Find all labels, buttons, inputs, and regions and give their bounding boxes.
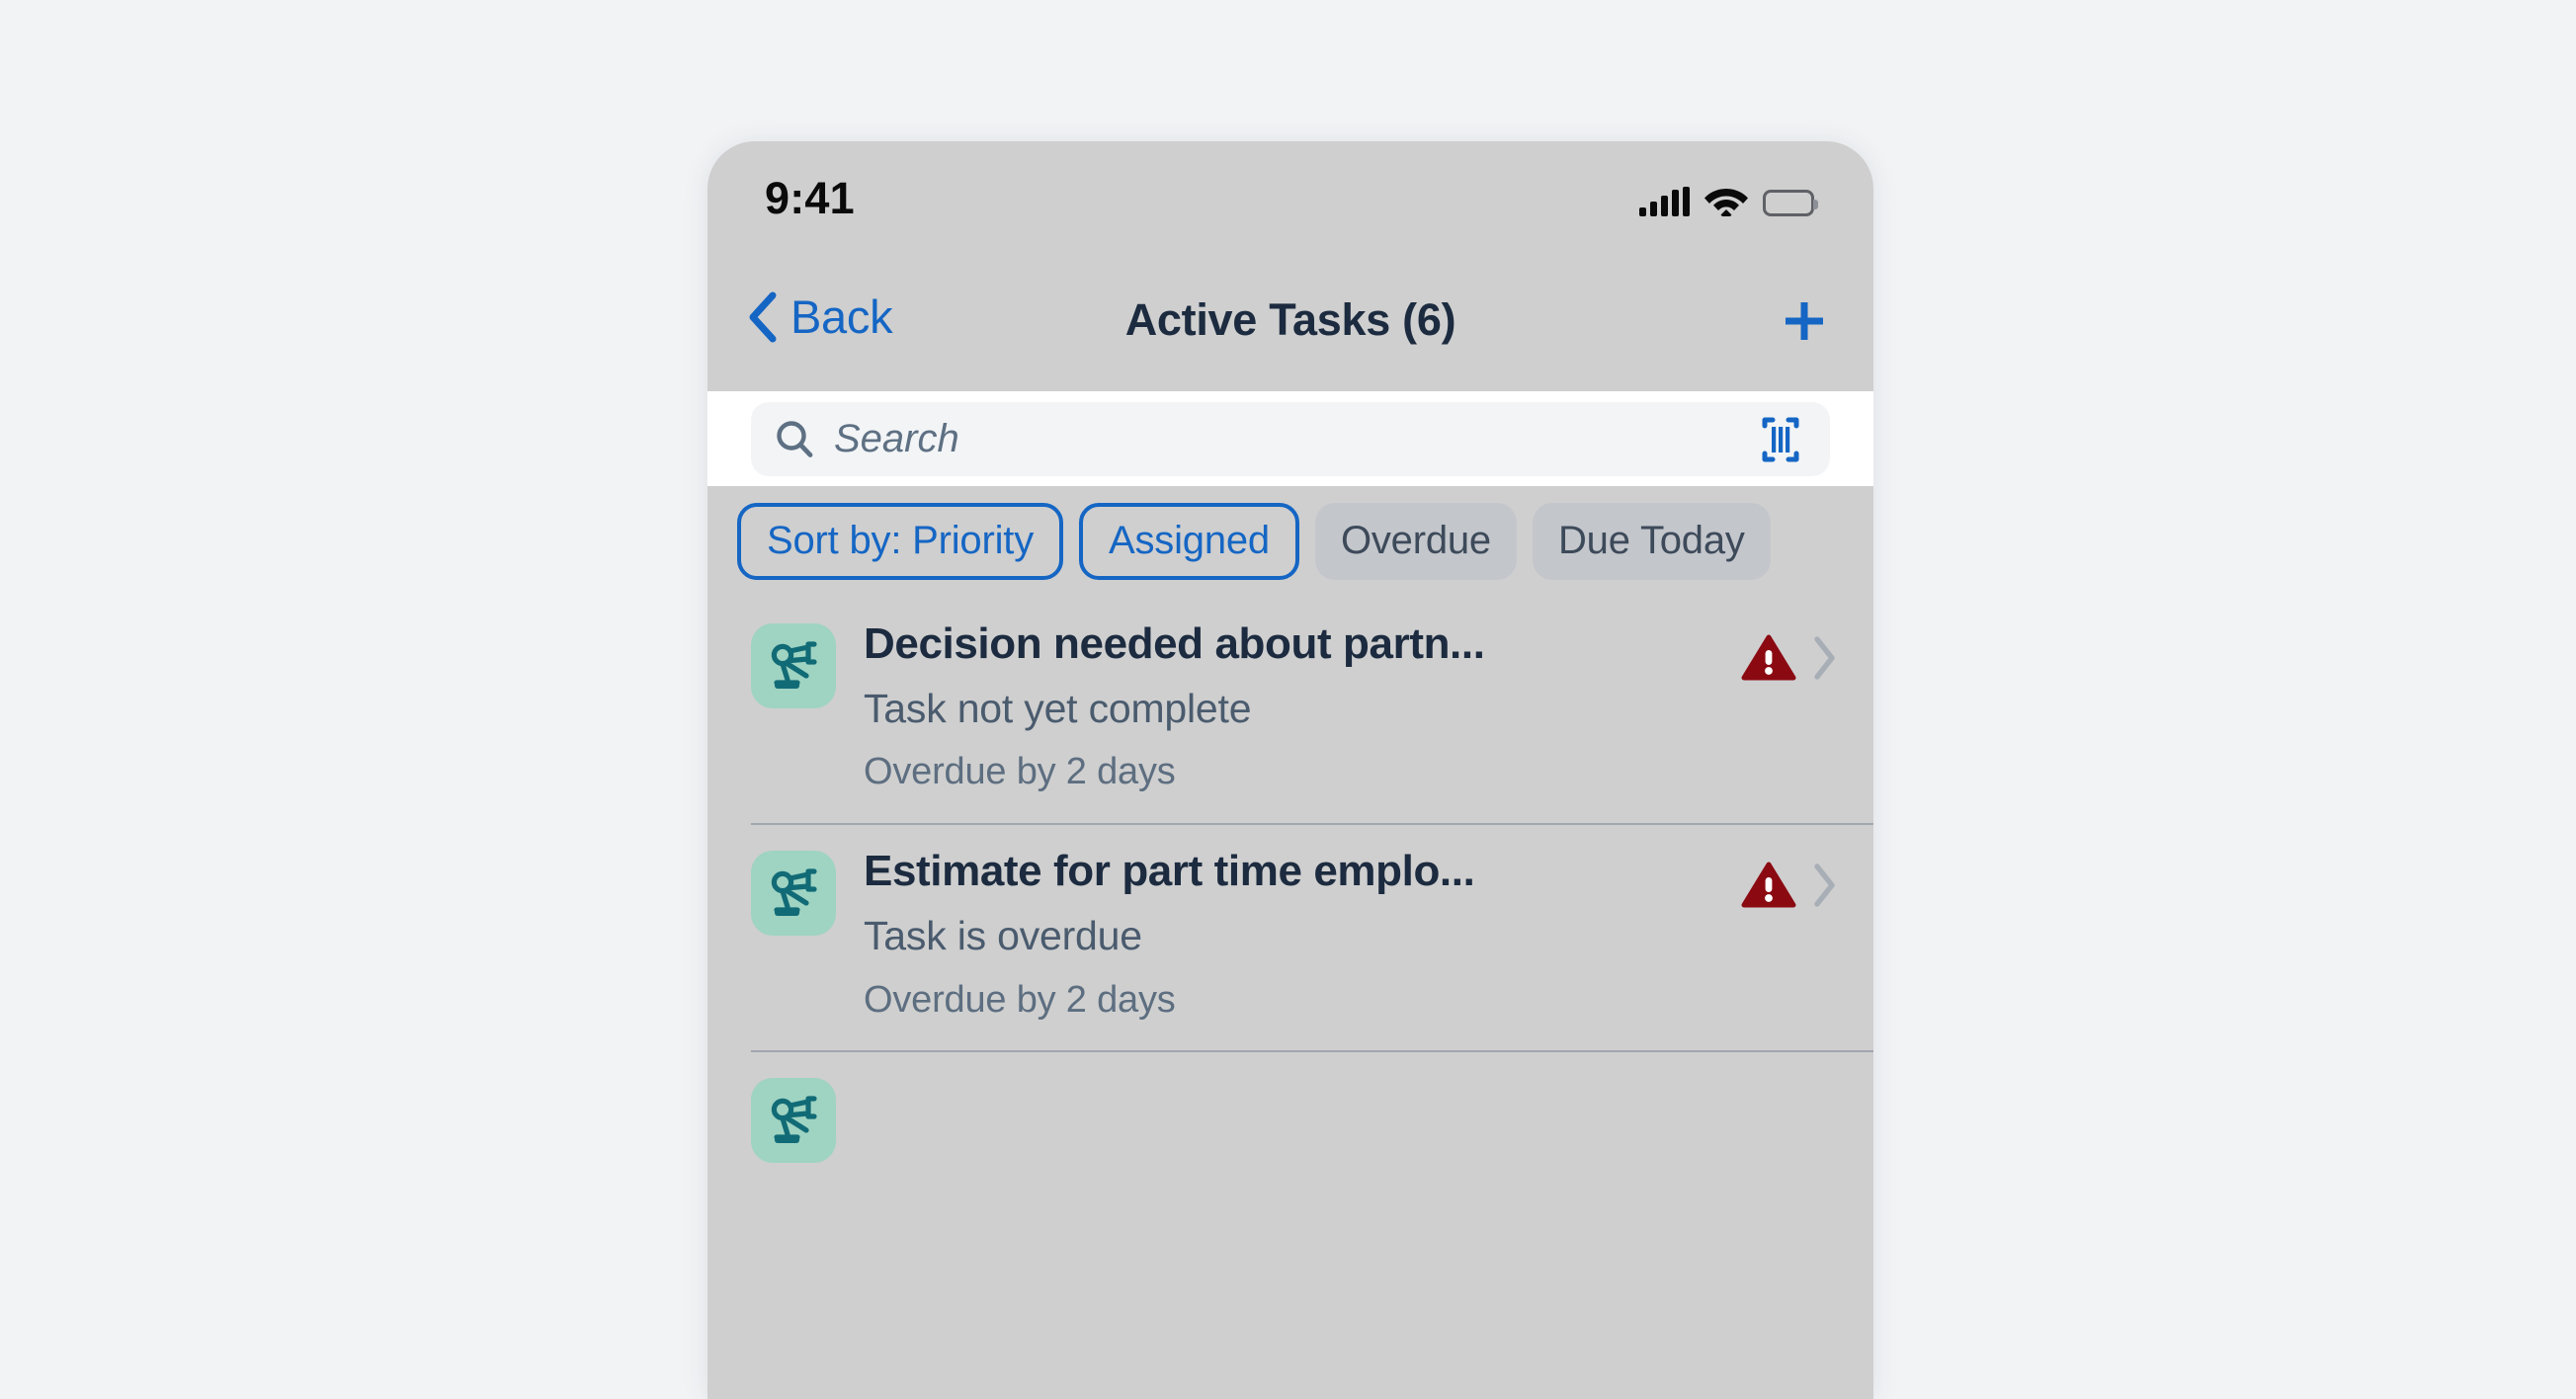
filter-chip-2[interactable]: Overdue: [1314, 502, 1517, 580]
search-bar-container: Search: [707, 391, 1873, 486]
task-subtitle: Task not yet complete: [864, 686, 1252, 732]
page-title: Active Tasks (6): [1124, 294, 1456, 345]
search-input[interactable]: Search: [751, 402, 1830, 476]
filter-chip-1[interactable]: Assigned: [1079, 502, 1299, 580]
filter-chip-label: Due Today: [1557, 519, 1745, 562]
task-row[interactable]: Decision needed about partn... Task not y…: [707, 596, 1873, 823]
navigation-bar: Back Active Tasks (6): [707, 260, 1873, 391]
phone-device-frame: 9:41 Back Active Tasks (6) Search Sort b…: [707, 141, 1873, 1399]
task-due-status: Overdue by 2 days: [864, 751, 1176, 793]
warning-triangle-icon: [1741, 862, 1796, 908]
task-trailing-icons: [1741, 633, 1873, 683]
robotic-arm-icon: [751, 1078, 836, 1164]
task-row[interactable]: Estimate for part time emplo... Task is o…: [707, 823, 1873, 1050]
warning-triangle-icon: [1741, 861, 1796, 910]
task-subtitle: Task is overdue: [864, 913, 1142, 959]
status-bar-time: 9:41: [765, 173, 855, 223]
filter-chip-3[interactable]: Due Today: [1532, 502, 1771, 580]
task-title: Estimate for part time emplo...: [864, 847, 1475, 896]
chevron-right-icon[interactable]: [1812, 635, 1838, 681]
search-placeholder-text: Search: [834, 417, 959, 460]
plus-icon: [1786, 302, 1823, 340]
task-trailing-icons: [1741, 861, 1873, 910]
robotic-arm-icon: [771, 641, 817, 689]
task-list[interactable]: Decision needed about partn... Task not y…: [707, 596, 1873, 1399]
search-icon: [773, 418, 816, 461]
wifi-icon: [1703, 183, 1749, 216]
task-due-status: Overdue by 2 days: [864, 978, 1176, 1021]
filter-chips-row[interactable]: Sort by: Priority Assigned Overdue Due Toda…: [707, 486, 1873, 596]
add-task-button[interactable]: [1779, 295, 1830, 347]
chevron-right-icon: [1814, 864, 1835, 907]
task-row-partial[interactable]: [707, 1050, 1873, 1240]
task-text-block: Decision needed about partn... Task not y…: [864, 619, 1741, 793]
warning-triangle-icon: [1741, 633, 1796, 683]
cellular-signal-icon: [1639, 187, 1690, 216]
status-bar: 9:41: [707, 141, 1873, 260]
robotic-arm-icon: [771, 1096, 817, 1144]
robotic-arm-icon: [751, 851, 836, 937]
filter-chip-0[interactable]: Sort by: Priority: [737, 502, 1063, 580]
chevron-right-icon[interactable]: [1812, 863, 1838, 908]
robotic-arm-icon: [771, 868, 817, 917]
battery-full-icon: [1763, 190, 1818, 216]
filter-chip-label: Sort by: Priority: [767, 519, 1034, 562]
task-text-block: Estimate for part time emplo... Task is o…: [864, 847, 1741, 1021]
robotic-arm-icon: [751, 623, 836, 708]
chevron-right-icon: [1814, 636, 1835, 680]
status-bar-icons: [1639, 177, 1818, 216]
task-title: Decision needed about partn...: [864, 619, 1485, 668]
warning-triangle-icon: [1741, 634, 1796, 681]
barcode-scan-icon[interactable]: [1753, 414, 1808, 465]
filter-chip-label: Overdue: [1340, 519, 1491, 562]
filter-chip-label: Assigned: [1109, 519, 1270, 562]
